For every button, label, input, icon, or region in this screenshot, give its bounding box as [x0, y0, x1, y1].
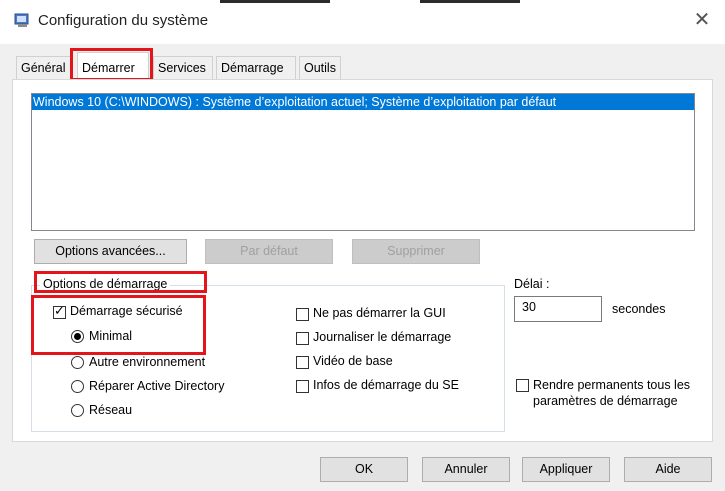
window-title: Configuration du système	[38, 12, 209, 29]
delete-button[interactable]: Supprimer	[352, 239, 480, 264]
window-top-edge	[0, 0, 725, 3]
os-boot-info-checkbox[interactable]	[296, 380, 309, 393]
apply-button[interactable]: Appliquer	[522, 457, 610, 482]
highlight-tab-demarrer	[70, 48, 153, 81]
timeout-unit: secondes	[612, 302, 666, 316]
radio-ad-repair-label: Réparer Active Directory	[89, 379, 225, 393]
tab-demarrage[interactable]: Démarrage	[216, 56, 296, 79]
advanced-options-button[interactable]: Options avancées...	[34, 239, 187, 264]
os-list-item[interactable]: Windows 10 (C:\WINDOWS) : Système d’expl…	[32, 94, 694, 110]
tab-services[interactable]: Services	[153, 56, 213, 79]
boot-log-checkbox[interactable]	[296, 332, 309, 345]
radio-network[interactable]	[71, 404, 84, 417]
make-permanent-checkbox[interactable]	[516, 379, 529, 392]
radio-alternate-shell-label: Autre environnement	[89, 355, 206, 369]
no-gui-boot-label: Ne pas démarrer la GUI	[313, 306, 446, 320]
timeout-input[interactable]: 30	[514, 296, 602, 322]
base-video-label: Vidéo de base	[313, 354, 393, 368]
help-button[interactable]: Aide	[624, 457, 712, 482]
highlight-boot-options-label	[34, 271, 207, 293]
radio-alternate-shell[interactable]	[71, 356, 84, 369]
cancel-button[interactable]: Annuler	[422, 457, 510, 482]
radio-network-label: Réseau	[89, 403, 133, 417]
close-icon[interactable]: ✕	[690, 8, 714, 32]
highlight-safe-boot	[31, 295, 206, 355]
timeout-label: Délai :	[514, 277, 550, 291]
radio-ad-repair[interactable]	[71, 380, 84, 393]
os-boot-info-label: Infos de démarrage du SE	[313, 378, 459, 392]
tab-outils[interactable]: Outils	[299, 56, 341, 79]
tab-general[interactable]: Général	[16, 56, 71, 79]
make-permanent-label: Rendre permanents tous les paramètres de…	[533, 378, 691, 408]
msconfig-icon	[14, 12, 30, 28]
set-default-button[interactable]: Par défaut	[205, 239, 333, 264]
os-list[interactable]	[31, 93, 695, 231]
boot-log-label: Journaliser le démarrage	[313, 330, 452, 344]
no-gui-boot-checkbox[interactable]	[296, 308, 309, 321]
ok-button[interactable]: OK	[320, 457, 408, 482]
base-video-checkbox[interactable]	[296, 356, 309, 369]
